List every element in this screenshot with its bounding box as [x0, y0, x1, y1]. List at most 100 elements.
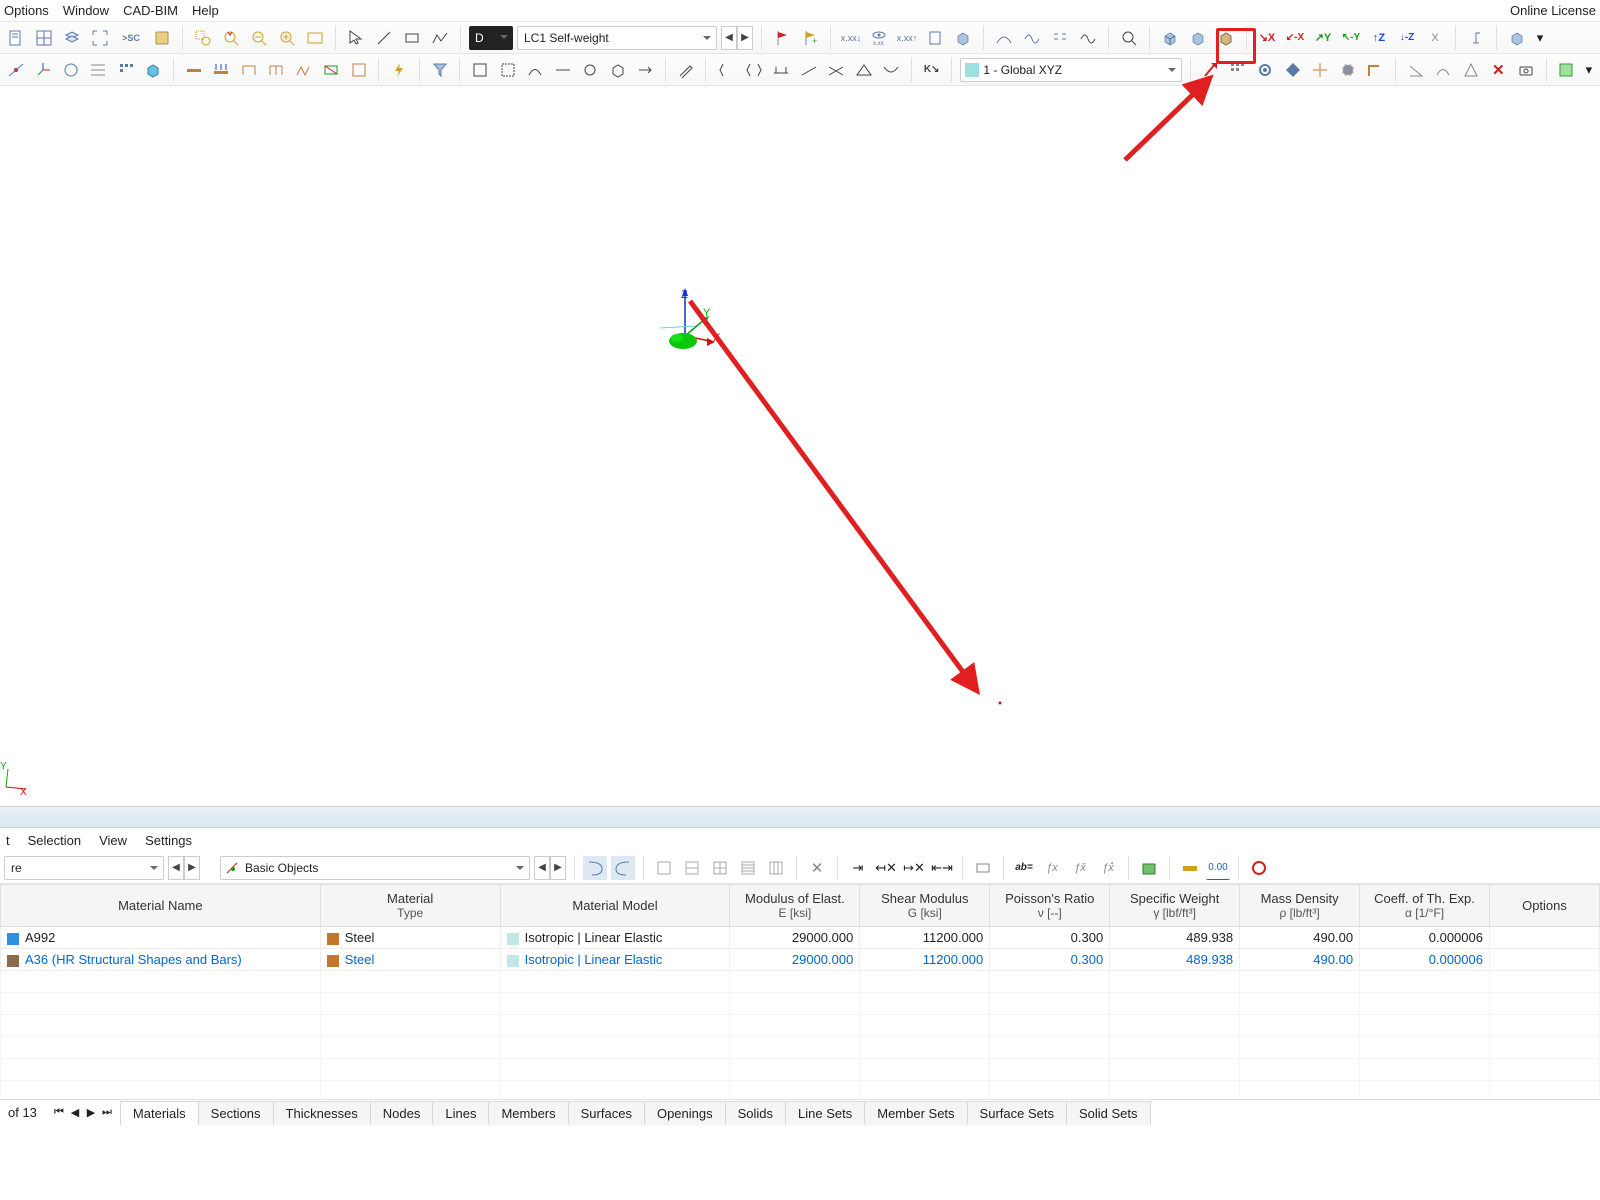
table-header[interactable]: Specific Weightγ [lbf/ft³]: [1110, 885, 1240, 927]
bottom-menu-selection[interactable]: Selection: [28, 833, 81, 848]
loadcase-prev-button[interactable]: ◀: [721, 26, 737, 50]
beam-1-icon[interactable]: [182, 58, 206, 82]
bottom-menu-settings[interactable]: Settings: [145, 833, 192, 848]
red-circle-icon[interactable]: [1247, 856, 1271, 880]
nav-objects-dropdown[interactable]: Basic Objects: [220, 856, 530, 880]
axes-blue-icon[interactable]: [59, 58, 83, 82]
beam-slope-icon[interactable]: [797, 58, 821, 82]
fx-x-icon[interactable]: ƒx̽: [1096, 856, 1120, 880]
script-icon[interactable]: >SC: [116, 26, 146, 50]
axis-neg-x-icon[interactable]: ↙-X: [1283, 26, 1307, 50]
beam-span-icon[interactable]: [769, 58, 793, 82]
view-cube-brown-icon[interactable]: [1214, 26, 1238, 50]
tab-member-sets[interactable]: Member Sets: [864, 1101, 967, 1125]
truss-icon[interactable]: [852, 58, 876, 82]
document-icon[interactable]: [4, 26, 28, 50]
delete-x-icon[interactable]: ✕: [805, 856, 829, 880]
section-cube-icon[interactable]: [606, 58, 630, 82]
axis-neg-y-icon[interactable]: ↖-Y: [1339, 26, 1363, 50]
zoom-fit-icon[interactable]: [303, 26, 327, 50]
section-line-icon[interactable]: [551, 58, 575, 82]
dimension-top-icon[interactable]: x.xx↑: [895, 26, 919, 50]
grid-snap-icon[interactable]: [1226, 58, 1250, 82]
flag-pin-icon[interactable]: [770, 26, 794, 50]
double-wave-icon[interactable]: [1048, 26, 1072, 50]
frame-2-icon[interactable]: [264, 58, 288, 82]
forward-x-icon[interactable]: ↦✕: [902, 856, 926, 880]
refresh-zoom-icon[interactable]: [1117, 26, 1141, 50]
axes-red-icon[interactable]: [32, 58, 56, 82]
menu-cad-bim[interactable]: CAD-BIM: [123, 3, 178, 18]
tab-sections[interactable]: Sections: [198, 1101, 274, 1125]
beam-deflect-icon[interactable]: [879, 58, 903, 82]
axis-x-thin-icon[interactable]: X: [1423, 26, 1447, 50]
x-red-icon[interactable]: ✕: [1487, 58, 1511, 82]
table-header[interactable]: Options: [1489, 885, 1599, 927]
tab-materials[interactable]: Materials: [120, 1101, 199, 1125]
colored-frame-icon[interactable]: [319, 58, 343, 82]
camera-icon[interactable]: [1514, 58, 1538, 82]
both-end-icon[interactable]: ⇤⇥: [930, 856, 954, 880]
forward-end-icon[interactable]: ⇥: [846, 856, 870, 880]
lightning-icon[interactable]: [387, 58, 411, 82]
table-column-icon[interactable]: [764, 856, 788, 880]
filter-funnel-icon[interactable]: [428, 58, 452, 82]
floor-span-icon[interactable]: [347, 58, 371, 82]
table-header[interactable]: Poisson's Ratioν [--]: [990, 885, 1110, 927]
diamond-blue-icon[interactable]: [1281, 58, 1305, 82]
bottom-menu-view[interactable]: View: [99, 833, 127, 848]
decimals-icon[interactable]: 0.00: [1206, 856, 1230, 880]
color-cube-icon[interactable]: [142, 58, 166, 82]
nav-right-next-button[interactable]: ▶: [550, 856, 566, 880]
layers-icon[interactable]: [60, 26, 84, 50]
tab-members[interactable]: Members: [488, 1101, 568, 1125]
tab-scroll-first-button[interactable]: ⏮: [51, 1106, 67, 1119]
node-member-icon[interactable]: [4, 58, 28, 82]
bracket-both-icon[interactable]: [742, 58, 766, 82]
menu-options[interactable]: Options: [4, 3, 49, 18]
iso-cube-icon[interactable]: [1158, 26, 1182, 50]
lasso-mode2-icon[interactable]: [611, 856, 635, 880]
table-rows-icon[interactable]: [680, 856, 704, 880]
pen-tool-icon[interactable]: [674, 58, 698, 82]
tab-lines[interactable]: Lines: [432, 1101, 489, 1125]
table-blank-icon[interactable]: [652, 856, 676, 880]
loadcase-dropdown[interactable]: LC1 Self-weight: [517, 26, 717, 50]
table-row[interactable]: A36 (HR Structural Shapes and Bars)Steel…: [1, 949, 1600, 971]
gear-blue-icon[interactable]: [1254, 58, 1278, 82]
table-header[interactable]: Material Name: [1, 885, 321, 927]
axis-y-green-icon[interactable]: ↗Y: [1311, 26, 1335, 50]
ruler-icon[interactable]: [1178, 856, 1202, 880]
grid-icon[interactable]: [32, 26, 56, 50]
k-factor-icon[interactable]: K↘: [920, 58, 944, 82]
zoom-star-icon[interactable]: [219, 26, 243, 50]
settings-box-icon[interactable]: [923, 26, 947, 50]
materials-table[interactable]: Material NameMaterialTypeMaterial ModelM…: [0, 884, 1600, 1099]
bracket-left-icon[interactable]: [714, 58, 738, 82]
zoom-in-icon[interactable]: [275, 26, 299, 50]
frame-3-icon[interactable]: [292, 58, 316, 82]
coordinate-system-dropdown[interactable]: 1 - Global XYZ: [960, 58, 1181, 82]
intersect-plane-icon[interactable]: [1336, 58, 1360, 82]
lasso-mode1-icon[interactable]: [583, 856, 607, 880]
bottom-menu-t[interactable]: t: [6, 833, 10, 848]
tab-surfaces[interactable]: Surfaces: [568, 1101, 645, 1125]
zoom-out-icon[interactable]: [247, 26, 271, 50]
dimension-eye-icon[interactable]: x.xx: [867, 26, 891, 50]
line-tool-icon[interactable]: [372, 26, 396, 50]
table-cells-icon[interactable]: [708, 856, 732, 880]
arrow-red-up-icon[interactable]: [1199, 58, 1223, 82]
section-curve-icon[interactable]: [523, 58, 547, 82]
beam-load-icon[interactable]: [209, 58, 233, 82]
menu-window[interactable]: Window: [63, 3, 109, 18]
tab-scroll-next-button[interactable]: ▶: [83, 1106, 99, 1119]
corner-45-icon[interactable]: [1364, 58, 1388, 82]
section-dashed-icon[interactable]: [496, 58, 520, 82]
loadcase-next-button[interactable]: ▶: [737, 26, 753, 50]
table-header[interactable]: Shear ModulusG [ksi]: [860, 885, 990, 927]
triangle-snap-icon[interactable]: [1459, 58, 1483, 82]
chevron-down-2-icon[interactable]: ▾: [1582, 58, 1596, 82]
tab-openings[interactable]: Openings: [644, 1101, 726, 1125]
export-green-icon[interactable]: [1137, 856, 1161, 880]
small-table-icon[interactable]: [971, 856, 995, 880]
